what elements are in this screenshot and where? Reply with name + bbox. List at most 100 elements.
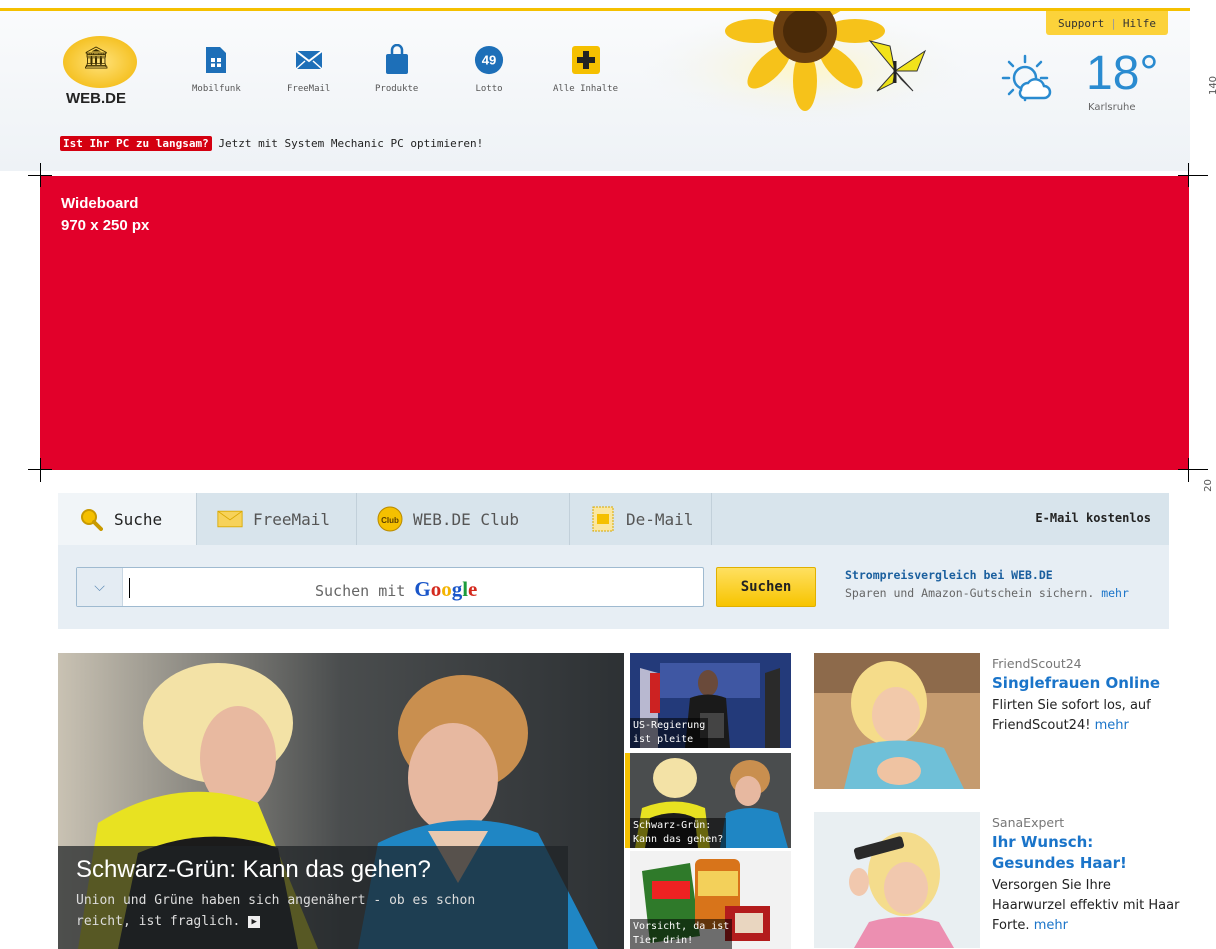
caption-line: Schwarz-Grün: [633, 820, 712, 831]
sim-card-icon [201, 44, 231, 76]
logo-emblem-icon: 🏛 [63, 36, 137, 88]
thumb-teaser[interactable]: Vorsicht, da ist Tier drin! [630, 851, 791, 949]
ad-photo [814, 653, 980, 789]
search-placeholder: Suchen mit Google [315, 577, 477, 602]
hero-headline[interactable]: Schwarz-Grün: Kann das gehen? [76, 856, 431, 884]
weather-city[interactable]: Karlsruhe [1088, 102, 1136, 113]
tab-freemail[interactable]: FreeMail [197, 493, 357, 545]
search-input[interactable]: ⌵ Suchen mit Google [76, 567, 704, 607]
wideboard-ad[interactable]: Wideboard 970 x 250 px [40, 176, 1189, 470]
svg-text:Club: Club [381, 516, 399, 525]
lotto-ball-icon: 49 [474, 44, 504, 76]
ad-text-block: FriendScout24 Singlefrauen Online Flirte… [992, 656, 1172, 736]
hero-description-text: Union und Grüne haben sich angenähert - … [76, 893, 476, 929]
thumb-teaser[interactable]: Schwarz-Grün: Kann das gehen? [630, 753, 791, 848]
ad-text-body: Sparen und Amazon-Gutschein sichern. [845, 586, 1095, 600]
promo-line[interactable]: Ist Ihr PC zu langsam? Jetzt mit System … [60, 136, 483, 151]
ad-source: FriendScout24 [992, 656, 1082, 671]
ad-headline[interactable]: Ihr Wunsch: Gesundes Haar! [992, 832, 1182, 874]
caption-line: US-Regierung [633, 720, 706, 731]
thumb-teaser[interactable]: US-Regierung ist pleite [630, 653, 791, 748]
hero-teaser[interactable]: Schwarz-Grün: Kann das gehen? Union und … [58, 653, 624, 949]
wideboard-title: Wideboard [61, 195, 139, 212]
envelope-icon [217, 506, 243, 532]
lotto-badge: 49 [482, 53, 497, 68]
search-button[interactable]: Suchen [716, 567, 816, 607]
nav-label: Lotto [475, 84, 503, 94]
text-caret [129, 578, 130, 598]
arrow-right-icon[interactable]: ▶ [248, 915, 261, 928]
ad-source: SanaExpert [992, 815, 1065, 830]
tab-label: FreeMail [253, 509, 331, 529]
crop-mark [1178, 175, 1208, 176]
wideboard-size: 970 x 250 px [61, 217, 150, 234]
wideboard-label: Wideboard 970 x 250 px [61, 193, 149, 237]
ad-body: Flirten Sie sofort los, auf FriendScout2… [992, 696, 1172, 736]
caption-line: Tier drin! [633, 935, 694, 946]
tab-de-mail[interactable]: De-Mail [570, 493, 712, 545]
chevron-down-icon[interactable]: ⌵ [77, 568, 123, 606]
ad-headline-line: Ihr Wunsch: [992, 833, 1094, 851]
tab-label: WEB.DE Club [413, 509, 519, 529]
hero-description: Union und Grüne haben sich angenähert - … [76, 890, 536, 932]
side-marker-20: 20 [1202, 479, 1214, 492]
ad-title[interactable]: Strompreisvergleich bei WEB.DE [845, 566, 1129, 584]
logo-text: WEB.DE [66, 90, 126, 107]
ad-more-link[interactable]: mehr [1034, 918, 1068, 933]
nav-produkte[interactable]: Produkte [375, 44, 418, 94]
ad-more-link[interactable]: mehr [1101, 586, 1129, 600]
help-link[interactable]: Hilfe [1123, 17, 1156, 30]
nav-alle-inhalte[interactable]: Alle Inhalte [553, 44, 618, 94]
nav-label: Mobilfunk [192, 84, 241, 94]
nav-label: FreeMail [287, 84, 331, 94]
webde-logo[interactable]: 🏛 WEB.DE [60, 36, 140, 116]
shopping-bag-icon [382, 44, 412, 76]
ad-text: Sparen und Amazon-Gutschein sichern. meh… [845, 584, 1129, 602]
tab-webde-club[interactable]: Club WEB.DE Club [357, 493, 570, 545]
search-side-ad[interactable]: Strompreisvergleich bei WEB.DE Sparen un… [845, 566, 1129, 602]
nav-label: Alle Inhalte [553, 84, 619, 94]
plus-icon [571, 44, 601, 76]
caption-line: Kann das gehen? [633, 834, 724, 845]
ad-image[interactable] [814, 653, 980, 789]
support-help-bar: Support | Hilfe [1046, 11, 1168, 35]
magnifier-icon [78, 506, 104, 532]
thumb-caption: Vorsicht, da ist Tier drin! [630, 919, 733, 949]
nav-mobilfunk[interactable]: Mobilfunk [192, 44, 241, 94]
partly-cloudy-icon [995, 50, 1055, 114]
placeholder-prefix: Suchen mit [315, 582, 406, 600]
promo-text[interactable]: Jetzt mit System Mechanic PC optimieren! [218, 137, 483, 150]
ad-image[interactable] [814, 812, 980, 948]
nav-freemail[interactable]: FreeMail [287, 44, 330, 94]
crop-mark [1178, 469, 1208, 470]
envelope-icon [294, 44, 324, 76]
nav-lotto[interactable]: 49 Lotto [474, 44, 504, 94]
search-tabs: Suche FreeMail Club WEB.DE Club De-Mail … [58, 493, 1169, 545]
de-mail-icon [590, 506, 616, 532]
nav-label: Produkte [375, 84, 419, 94]
promo-tag[interactable]: Ist Ihr PC zu langsam? [60, 136, 212, 151]
hero-caption: Schwarz-Grün: Kann das gehen? Union und … [58, 846, 568, 949]
crop-mark [40, 163, 41, 187]
ad-more-link[interactable]: mehr [1095, 718, 1129, 733]
ad-body: Versorgen Sie Ihre Haarwurzel effektiv m… [992, 876, 1182, 936]
ad-headline-line: Gesundes Haar! [992, 854, 1127, 872]
side-marker-140: 140 [1208, 75, 1216, 96]
google-logo: Google [414, 577, 478, 601]
support-link[interactable]: Support [1058, 17, 1104, 30]
email-kostenlos-link[interactable]: E-Mail kostenlos [1035, 511, 1151, 525]
tab-label: Suche [114, 509, 163, 529]
tab-suche[interactable]: Suche [58, 493, 197, 545]
caption-line: Vorsicht, da ist [633, 921, 730, 932]
temperature: 18° [1086, 47, 1159, 100]
crop-mark [1188, 458, 1189, 482]
tab-label: De-Mail [626, 509, 694, 529]
crop-mark [40, 458, 41, 482]
caption-line: ist pleite [633, 734, 694, 745]
ad-text-block: SanaExpert Ihr Wunsch: Gesundes Haar! Ve… [992, 815, 1182, 936]
club-icon: Club [377, 506, 403, 532]
ad-headline[interactable]: Singlefrauen Online [992, 673, 1172, 694]
crop-mark [1188, 163, 1189, 187]
ad-photo [814, 812, 980, 948]
separator: | [1110, 16, 1117, 30]
